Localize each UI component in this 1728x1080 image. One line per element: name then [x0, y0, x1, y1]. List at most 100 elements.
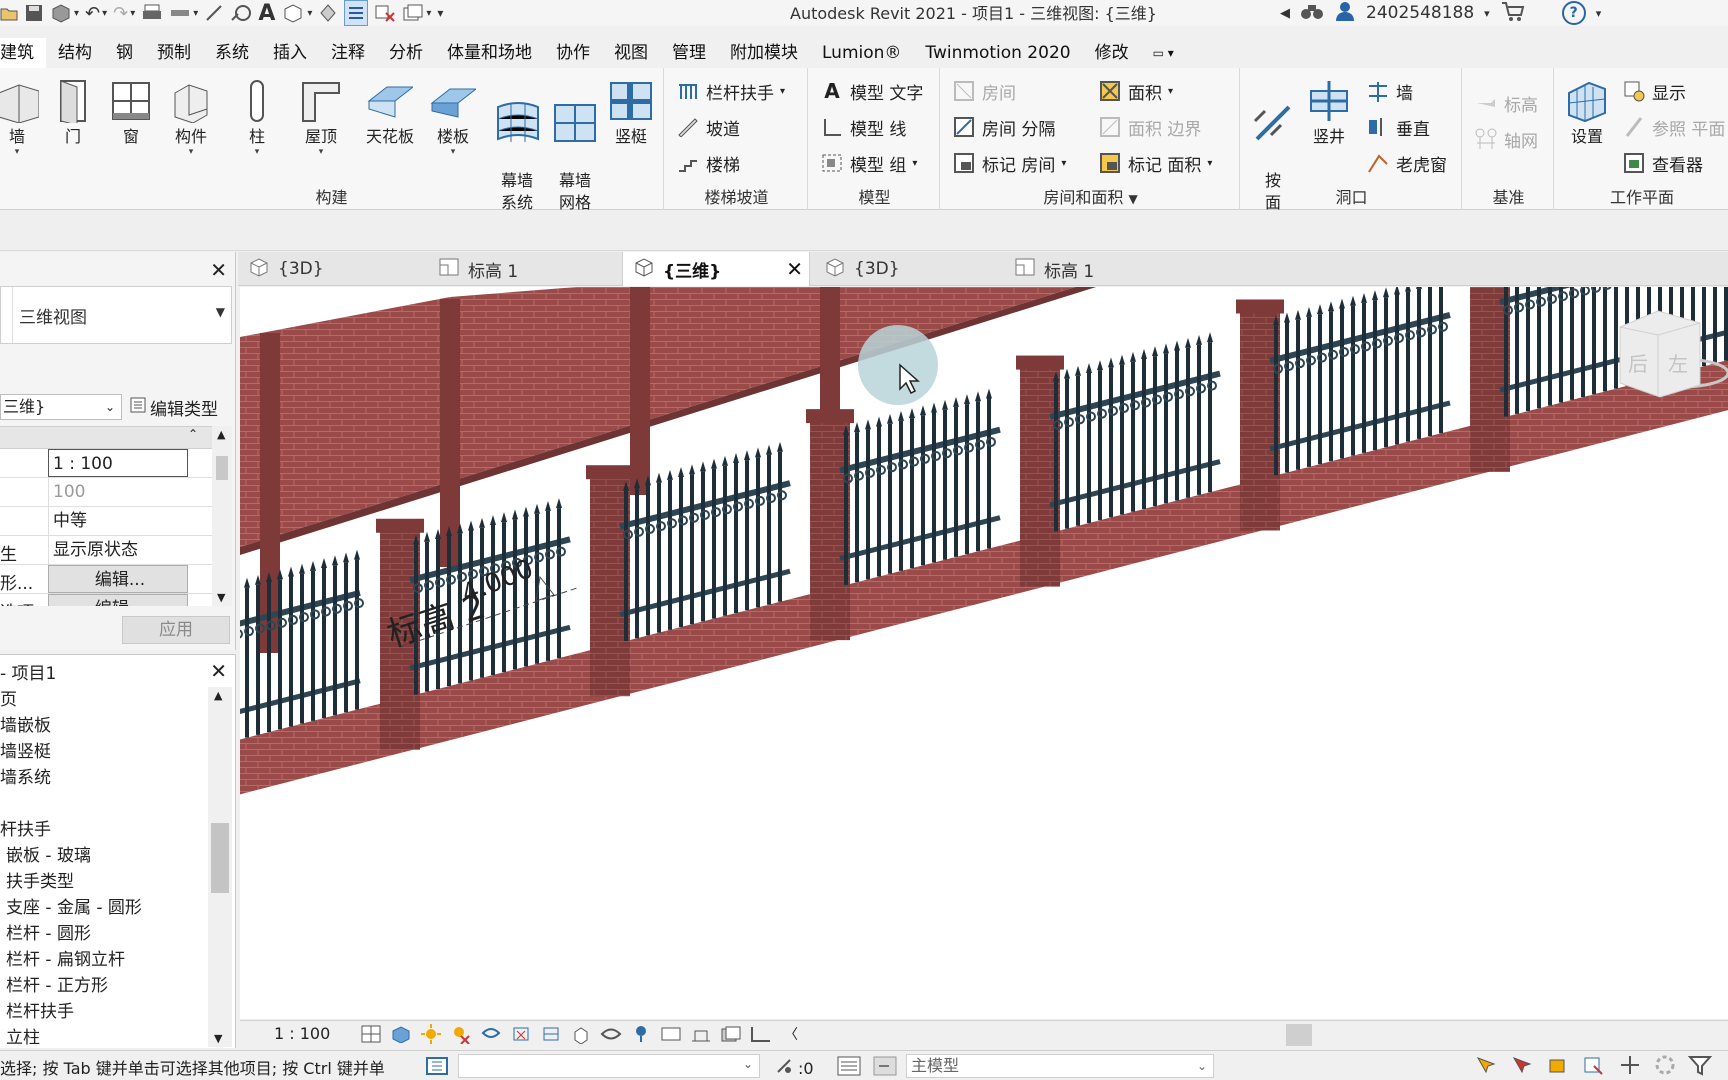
parts-visibility-field[interactable]: 显示原状态: [48, 536, 188, 564]
browser-scrollbar[interactable]: ▲ ▼: [208, 687, 232, 1047]
scroll-thumb[interactable]: [211, 823, 229, 893]
user-icon[interactable]: [1334, 0, 1356, 27]
tag-icon[interactable]: [230, 0, 252, 26]
grid-button[interactable]: 轴网: [1474, 126, 1538, 152]
analytical-model-icon[interactable]: [690, 1023, 712, 1045]
railing-button[interactable]: 栏杆扶手 ▾: [676, 78, 785, 104]
tree-item[interactable]: 立柱: [0, 1025, 208, 1047]
graphic-display-edit-button[interactable]: 编辑...: [48, 594, 188, 606]
tab-lumion[interactable]: Lumion®: [810, 38, 913, 68]
show-crop-icon[interactable]: [540, 1023, 562, 1045]
close-hidden-windows-icon[interactable]: [374, 0, 396, 26]
3d-view-canvas[interactable]: 标高 2 4.000 后 左: [240, 287, 1728, 1019]
close-tab-icon[interactable]: ✕: [786, 257, 803, 281]
text-icon[interactable]: A: [258, 0, 275, 26]
default-3d-view-icon[interactable]: ▾: [281, 0, 312, 26]
tab-modify[interactable]: 修改: [1083, 38, 1141, 68]
select-pinned-icon[interactable]: [1546, 1054, 1570, 1080]
tree-item[interactable]: 栏杆 - 圆形: [0, 921, 208, 947]
tree-item[interactable]: 墙竖梃: [0, 739, 208, 765]
model-group-button[interactable]: 模型 组 ▾: [820, 150, 917, 176]
tree-item[interactable]: [0, 791, 208, 817]
help-menu-caret[interactable]: ▾: [1596, 7, 1602, 20]
viewer-button[interactable]: 查看器: [1622, 150, 1703, 176]
detail-level-field[interactable]: 中等: [48, 507, 188, 535]
view-scale[interactable]: 1 : 100: [274, 1024, 330, 1043]
stair-button[interactable]: 楼梯: [676, 150, 740, 176]
ramp-button[interactable]: 坡道: [676, 114, 740, 140]
tree-item[interactable]: 杆扶手: [0, 817, 208, 843]
room-button[interactable]: 房间: [952, 78, 1016, 104]
detail-level-icon[interactable]: [360, 1023, 382, 1045]
sun-path-icon[interactable]: [420, 1023, 442, 1045]
tree-item[interactable]: 扶手类型: [0, 869, 208, 895]
view-tab[interactable]: {3D}: [814, 252, 984, 286]
tag-area-button[interactable]: 标记 面积 ▾: [1098, 150, 1212, 176]
area-boundary-button[interactable]: 面积 边界: [1098, 114, 1201, 140]
drag-on-selection-icon[interactable]: [1618, 1054, 1642, 1080]
view-tab[interactable]: 标高 1: [428, 252, 608, 286]
scroll-down-icon[interactable]: ▼: [214, 1032, 222, 1045]
view-scale-field[interactable]: 1 : 100: [48, 449, 188, 477]
area-button[interactable]: 面积 ▾: [1098, 78, 1173, 104]
room-separator-button[interactable]: 房间 分隔: [952, 114, 1055, 140]
user-id[interactable]: 2402548188: [1366, 3, 1474, 23]
floor-button[interactable]: 楼板 ▾: [426, 78, 480, 157]
dormer-opening-button[interactable]: 老虎窗: [1366, 150, 1447, 176]
tab-insert[interactable]: 插入: [261, 38, 319, 68]
scroll-up-icon[interactable]: ▲: [214, 689, 222, 702]
user-menu-caret[interactable]: ▾: [1484, 7, 1490, 20]
ceiling-button[interactable]: 天花板: [360, 78, 420, 148]
lock-3d-view-icon[interactable]: [570, 1023, 592, 1045]
cart-icon[interactable]: [1500, 0, 1526, 27]
column-button[interactable]: 柱 ▾: [230, 78, 284, 157]
select-underlay-icon[interactable]: [1510, 1054, 1534, 1080]
select-links-icon[interactable]: [1474, 1054, 1498, 1080]
binoculars-icon[interactable]: [1300, 1, 1324, 26]
tree-item[interactable]: 栏杆扶手: [0, 999, 208, 1025]
tree-item[interactable]: 墙嵌板: [0, 713, 208, 739]
background-process-icon[interactable]: [1654, 1054, 1676, 1080]
tree-item[interactable]: 栏杆 - 正方形: [0, 973, 208, 999]
filter-icon[interactable]: [1687, 1054, 1713, 1080]
tab-add-ins[interactable]: 附加模块: [718, 38, 810, 68]
help-icon[interactable]: ?: [1561, 1, 1586, 25]
properties-scrollbar[interactable]: ▲ ▼: [212, 426, 232, 606]
instance-filter-dropdown[interactable]: 三维} ⌄: [0, 394, 122, 420]
tab-view[interactable]: 视图: [602, 38, 660, 68]
open-icon[interactable]: [0, 0, 18, 26]
switch-windows-icon[interactable]: ▾: [402, 0, 431, 26]
horizontal-scroll-thumb[interactable]: [1286, 1024, 1312, 1046]
mullion-button[interactable]: 竖梃: [604, 78, 658, 148]
tree-item[interactable]: 嵌板 - 玻璃: [0, 843, 208, 869]
set-workplane-button[interactable]: 设置: [1560, 78, 1614, 148]
aligned-dimension-icon[interactable]: [204, 0, 224, 26]
window-button[interactable]: 窗: [104, 78, 158, 148]
shaft-button[interactable]: 竖井: [1302, 78, 1356, 148]
rendering-icon[interactable]: [480, 1023, 502, 1045]
redo-icon[interactable]: ↷ ▾: [113, 0, 135, 26]
tab-steel[interactable]: 钢: [104, 38, 145, 68]
wall-button[interactable]: 墙 ▾: [0, 78, 44, 157]
visibility-graphics-edit-button[interactable]: 编辑...: [48, 565, 188, 593]
temp-hide-icon[interactable]: [600, 1023, 622, 1045]
scroll-up-icon[interactable]: ▲: [217, 428, 225, 441]
highlight-displacement-icon[interactable]: [720, 1023, 742, 1045]
customize-qat-icon[interactable]: ▾: [437, 0, 443, 26]
editable-only-icon[interactable]: [872, 1054, 898, 1080]
undo-icon[interactable]: ↶ ▾: [85, 0, 107, 26]
level-button[interactable]: 标高: [1474, 90, 1538, 116]
active-model-dropdown[interactable]: 主模型 ⌄: [906, 1054, 1214, 1078]
visual-style-icon[interactable]: [390, 1023, 412, 1045]
scroll-left-icon[interactable]: 〈: [780, 1023, 802, 1045]
ribbon-display-toggle[interactable]: ▭ ▾: [1141, 38, 1186, 68]
component-button[interactable]: 构件 ▾: [164, 78, 218, 157]
reveal-constraints-icon[interactable]: [750, 1023, 772, 1045]
workset-dropdown[interactable]: ⌄: [458, 1054, 760, 1078]
model-text-button[interactable]: A 模型 文字: [820, 78, 923, 104]
temp-view-properties-icon[interactable]: [660, 1023, 682, 1045]
view-tab-active[interactable]: {三维} ✕: [622, 252, 810, 286]
tab-massing-site[interactable]: 体量和场地: [435, 38, 544, 68]
design-options-icon[interactable]: [836, 1054, 862, 1080]
thin-lines-icon[interactable]: [344, 0, 369, 26]
